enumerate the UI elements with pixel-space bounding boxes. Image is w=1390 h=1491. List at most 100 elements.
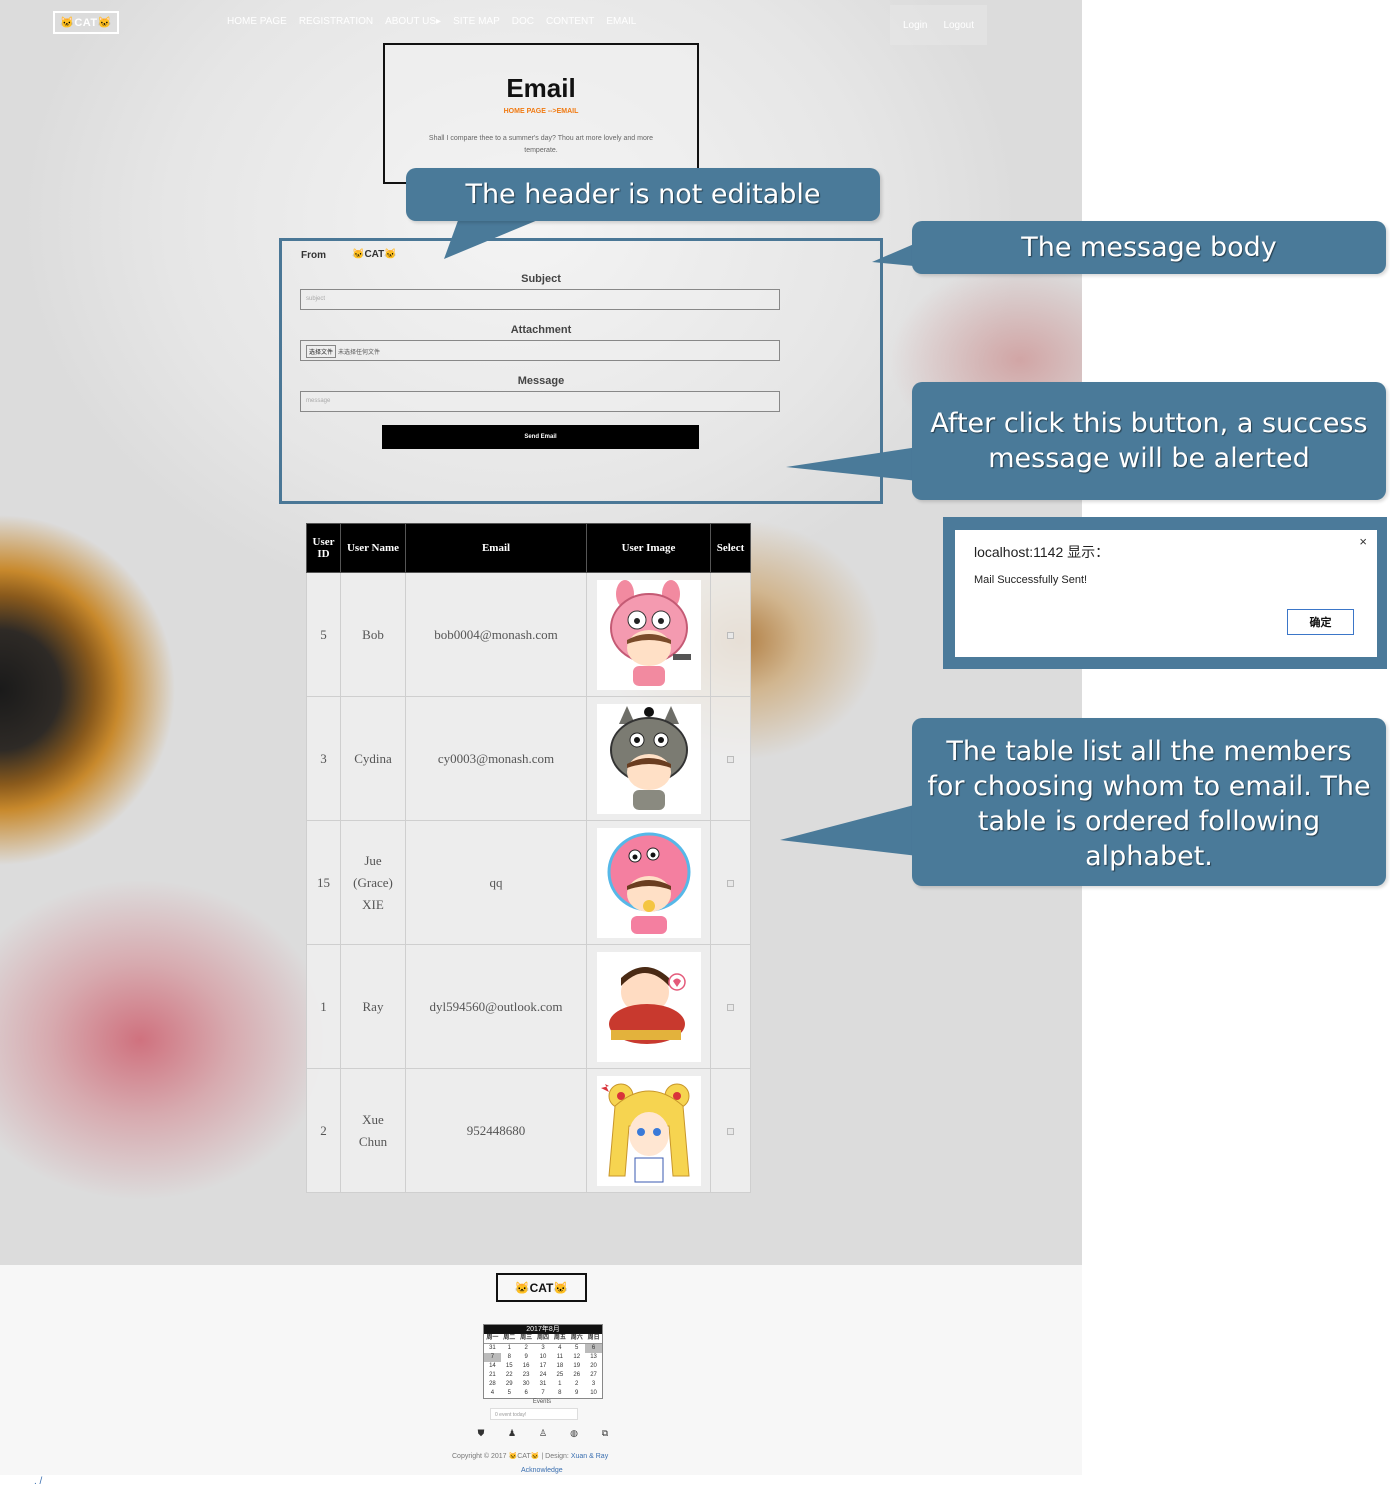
calendar-day[interactable]: 24 <box>535 1371 552 1380</box>
calendar-day[interactable]: 6 <box>518 1389 535 1398</box>
select-checkbox[interactable] <box>727 1003 734 1011</box>
calendar-day[interactable]: 16 <box>518 1362 535 1371</box>
sailor-moon-avatar <box>596 1075 701 1186</box>
footer-logo[interactable]: 🐱CAT🐱 <box>496 1273 587 1302</box>
calendar-day[interactable]: 18 <box>551 1362 568 1371</box>
calendar-day[interactable]: 3 <box>585 1380 602 1389</box>
table-row: 1 Ray dyl594560@outlook.com <box>306 944 751 1069</box>
calendar-dow: 周二 <box>500 1334 518 1344</box>
nav-home[interactable]: HOME PAGE <box>227 16 287 27</box>
nav-about-us[interactable]: ABOUT US▸ <box>385 16 441 27</box>
callout-body-tail <box>872 244 914 266</box>
acknowledge-link[interactable]: Acknowledge <box>521 1467 563 1474</box>
calendar-day[interactable]: 2 <box>568 1380 585 1389</box>
calendar-day[interactable]: 10 <box>535 1353 552 1362</box>
breadcrumb[interactable]: HOME PAGE -->EMAIL <box>385 108 697 115</box>
calendar-day[interactable]: 3 <box>535 1344 552 1353</box>
shield-icon[interactable]: ⛊ <box>476 1428 486 1439</box>
user-email: bob0004@monash.com <box>405 572 587 697</box>
calendar-day[interactable]: 9 <box>518 1353 535 1362</box>
send-email-button[interactable]: Send Email <box>382 425 699 449</box>
table-row: 15 Jue (Grace) XIE qq <box>306 820 751 945</box>
user-name: Cydina <box>340 696 406 821</box>
calendar-day[interactable]: 4 <box>484 1389 501 1398</box>
calendar-day[interactable]: 25 <box>551 1371 568 1380</box>
calendar-day[interactable]: 9 <box>568 1389 585 1398</box>
calendar-day[interactable]: 30 <box>518 1380 535 1389</box>
table-row: 3 Cydina cy0003@monash.com <box>306 696 751 821</box>
calendar-day[interactable]: 12 <box>568 1353 585 1362</box>
calendar-day[interactable]: 14 <box>484 1362 501 1371</box>
calendar-day[interactable]: 29 <box>501 1380 518 1389</box>
calendar-day[interactable]: 1 <box>501 1344 518 1353</box>
calendar-day[interactable]: 1 <box>551 1380 568 1389</box>
col-user-image: User Image <box>586 523 711 573</box>
user-name-text: Xue Chun <box>358 1111 388 1149</box>
select-checkbox[interactable] <box>727 1127 734 1135</box>
calendar-day[interactable]: 28 <box>484 1380 501 1389</box>
calendar-day[interactable]: 20 <box>585 1362 602 1371</box>
select-checkbox[interactable] <box>727 631 734 639</box>
calendar-day[interactable]: 8 <box>501 1353 518 1362</box>
user-id: 5 <box>306 572 341 697</box>
attachment-input[interactable]: 选择文件 未选择任何文件 <box>300 340 780 361</box>
github-icon[interactable]: ◍ <box>569 1428 579 1439</box>
calendar-day[interactable]: 5 <box>568 1344 585 1353</box>
calendar-day[interactable]: 13 <box>585 1353 602 1362</box>
calendar-day-today[interactable]: 7 <box>484 1353 501 1362</box>
calendar-day[interactable]: 31 <box>484 1344 501 1353</box>
select-checkbox[interactable] <box>727 879 734 887</box>
callout-table-tail <box>780 804 918 856</box>
calendar-day[interactable]: 8 <box>551 1389 568 1398</box>
callout-button-tail <box>786 447 918 481</box>
calendar-day[interactable]: 22 <box>501 1371 518 1380</box>
designers-link[interactable]: Xuan & Ray <box>571 1453 608 1460</box>
close-icon[interactable]: × <box>1359 534 1367 549</box>
select-cell <box>710 944 751 1069</box>
calendar-day[interactable]: 21 <box>484 1371 501 1380</box>
nav-site-map[interactable]: SITE MAP <box>453 16 500 27</box>
calendar-day[interactable]: 4 <box>551 1344 568 1353</box>
message-input[interactable]: message <box>300 391 780 412</box>
choose-file-button[interactable]: 选择文件 <box>306 345 337 358</box>
nav-content[interactable]: CONTENT <box>546 16 594 27</box>
events-field[interactable]: 0 event today! <box>490 1408 578 1420</box>
calendar-day[interactable]: 5 <box>501 1389 518 1398</box>
calendar-day[interactable]: 7 <box>535 1389 552 1398</box>
login-link[interactable]: Login <box>903 20 927 31</box>
subject-input[interactable]: subject <box>300 289 780 310</box>
person-icon[interactable]: ♟ <box>507 1428 517 1439</box>
select-cell <box>710 1068 751 1193</box>
calendar-day[interactable]: 10 <box>585 1389 602 1398</box>
alert-ok-button[interactable]: 确定 <box>1287 609 1354 635</box>
site-logo[interactable]: 🐱CAT🐱 <box>53 11 119 34</box>
nav-doc[interactable]: DOC <box>512 16 534 27</box>
calendar-day[interactable]: 6 <box>585 1344 602 1353</box>
copy-icon[interactable]: ⧉ <box>600 1428 610 1439</box>
copyright-text: Copyright © 2017 🐱CAT🐱 | Design: <box>452 1453 569 1460</box>
calendar-day[interactable]: 27 <box>585 1371 602 1380</box>
calendar-day[interactable]: 11 <box>551 1353 568 1362</box>
user-id: 1 <box>306 944 341 1069</box>
calendar-day[interactable]: 2 <box>518 1344 535 1353</box>
ironman-avatar <box>596 951 701 1062</box>
user-id: 3 <box>306 696 341 821</box>
main-nav: HOME PAGE REGISTRATION ABOUT US▸ SITE MA… <box>227 16 636 27</box>
select-checkbox[interactable] <box>727 755 734 763</box>
social-links: ⛊ ♟ ♙ ◍ ⧉ <box>476 1428 610 1439</box>
logout-link[interactable]: Logout <box>943 20 974 31</box>
callout-header-tail <box>444 215 550 259</box>
nav-email[interactable]: EMAIL <box>606 16 636 27</box>
calendar-day[interactable]: 17 <box>535 1362 552 1371</box>
calendar-day[interactable]: 31 <box>535 1380 552 1389</box>
header-quote: Shall I compare thee to a summer's day? … <box>428 135 654 154</box>
nav-registration[interactable]: REGISTRATION <box>299 16 373 27</box>
calendar-day[interactable]: 15 <box>501 1362 518 1371</box>
calendar-day[interactable]: 23 <box>518 1371 535 1380</box>
person-icon[interactable]: ♙ <box>538 1428 548 1439</box>
totoro-hood-avatar <box>596 703 701 814</box>
calendar-day[interactable]: 26 <box>568 1371 585 1380</box>
calendar-day[interactable]: 19 <box>568 1362 585 1371</box>
col-user-name: User Name <box>340 523 406 573</box>
pink-octopus-hood-avatar <box>596 827 701 938</box>
